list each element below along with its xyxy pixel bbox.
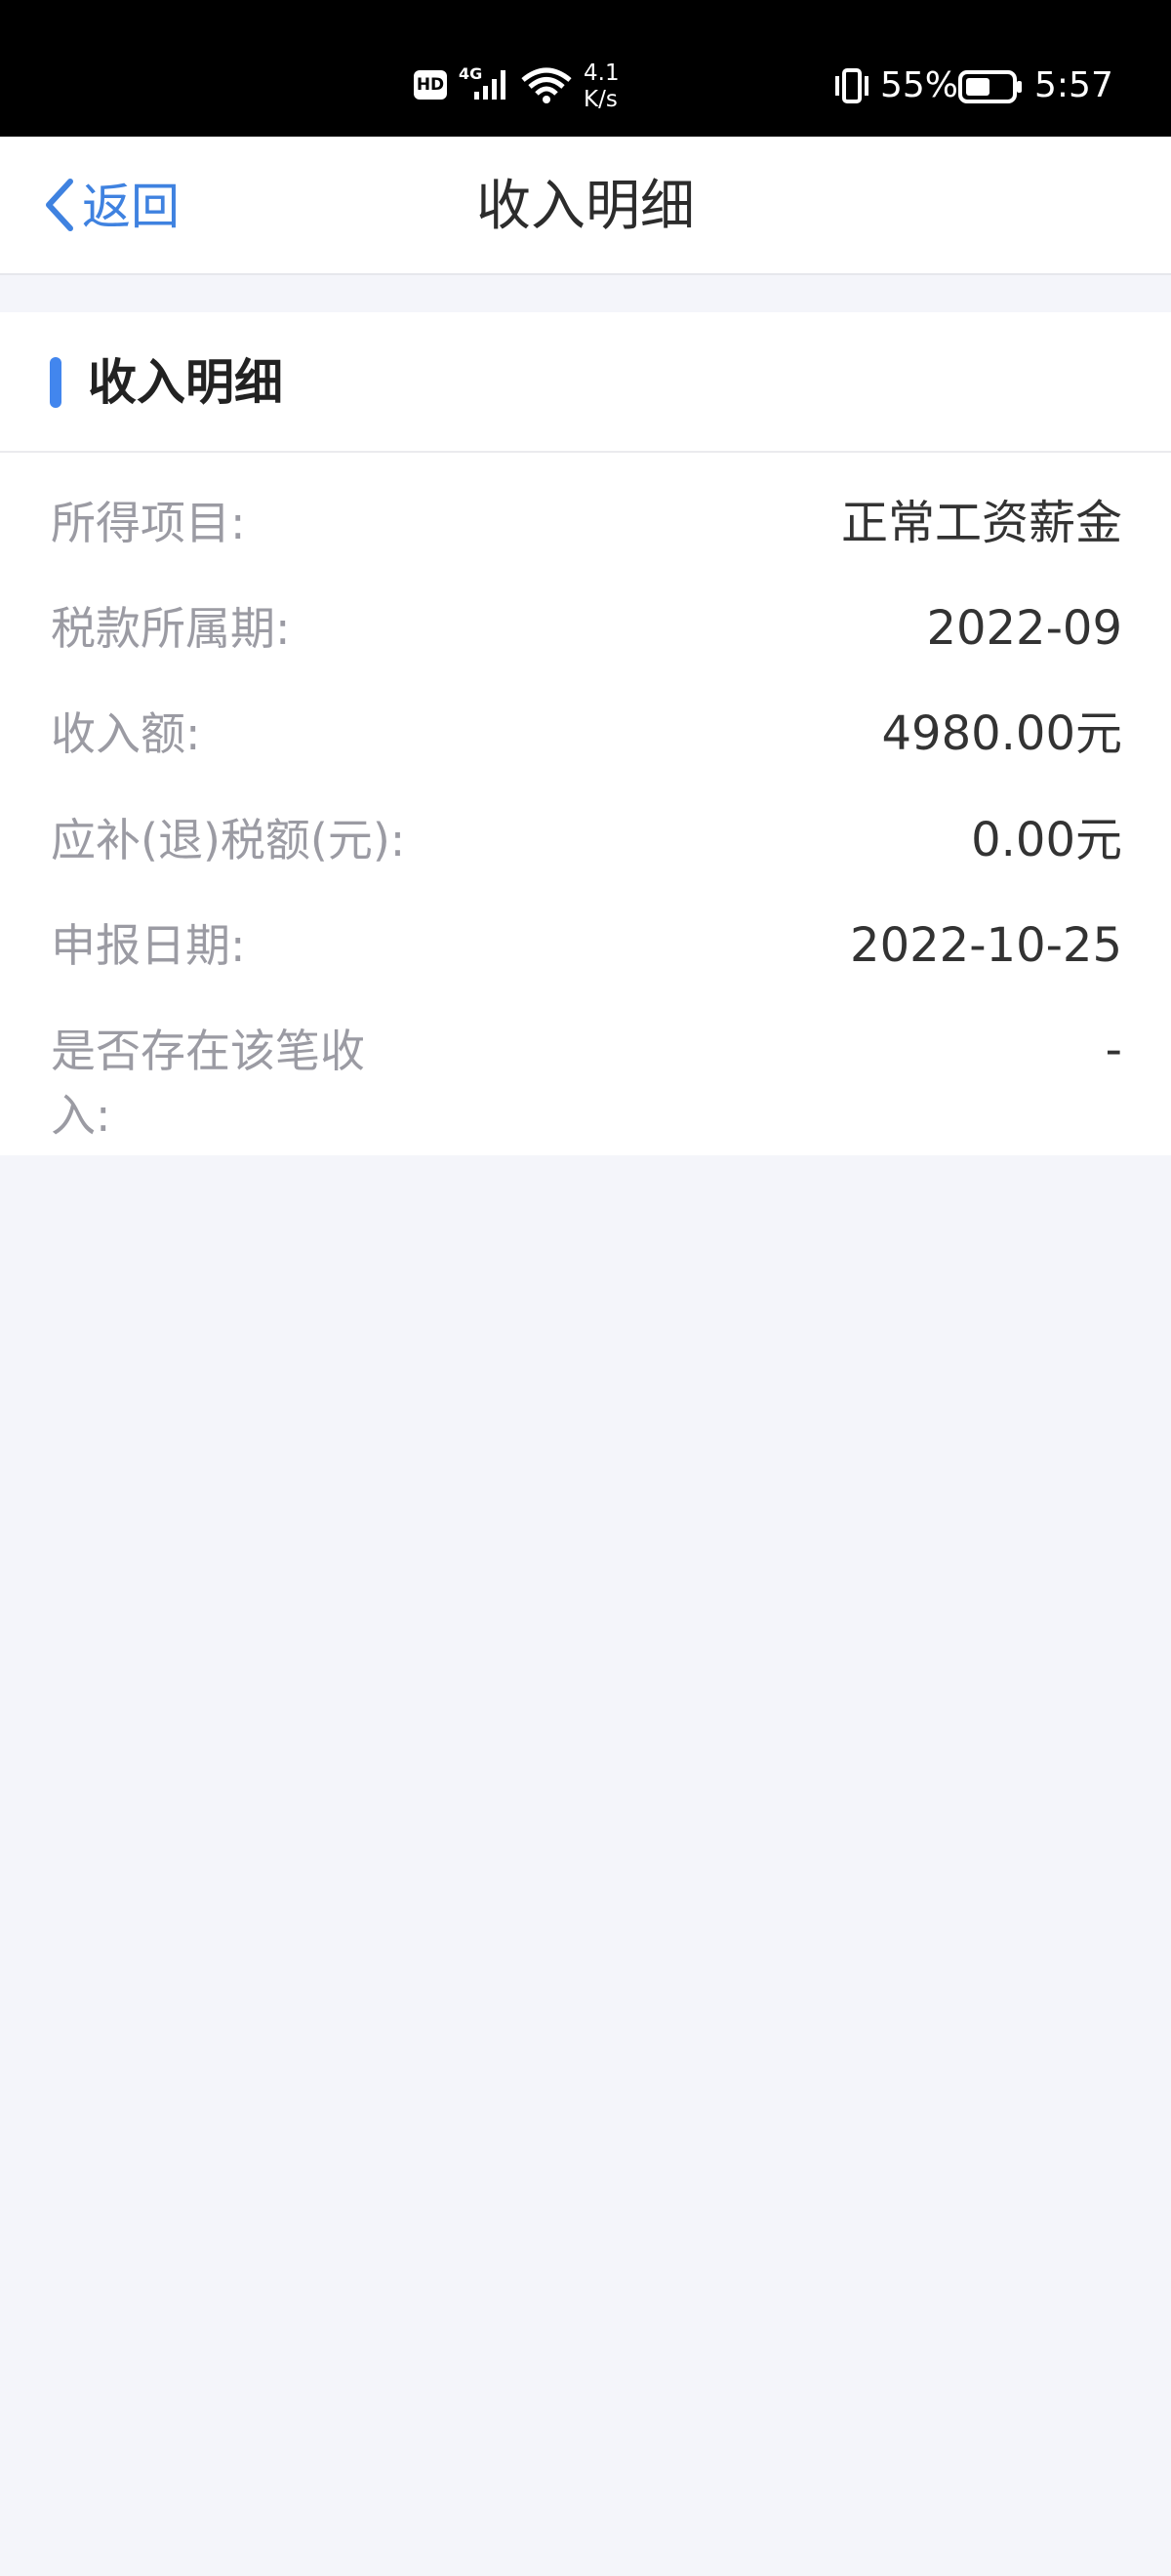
wifi-icon bbox=[519, 66, 574, 107]
detail-value: 4980.00元 bbox=[881, 706, 1123, 761]
detail-value: - bbox=[1105, 1023, 1122, 1077]
back-button[interactable]: 返回 bbox=[43, 170, 180, 244]
detail-label: 是否存在该笔收入: bbox=[51, 1025, 365, 1142]
speed-value: 4.1 bbox=[584, 60, 620, 86]
back-label: 返回 bbox=[82, 179, 180, 235]
speed-unit: K/s bbox=[584, 87, 618, 112]
nav-bar: 收入明细 返回 bbox=[0, 137, 1171, 275]
status-bar: HD 4G 4.1 K/s 55% 5:57 bbox=[0, 0, 1171, 137]
detail-value: 正常工资薪金 bbox=[840, 496, 1122, 550]
detail-value: 2022-09 bbox=[926, 601, 1122, 656]
detail-label: 应补(退)税额(元): bbox=[51, 814, 406, 866]
battery-percent: 55% bbox=[880, 65, 959, 105]
income-detail-section: 收入明细 所得项目: 正常工资薪金 税款所属期: 2022-09 收入额: 49… bbox=[0, 312, 1171, 1155]
battery-icon bbox=[958, 70, 1023, 107]
detail-value: 0.00元 bbox=[971, 813, 1122, 867]
hd-badge: HD bbox=[414, 70, 447, 100]
detail-label: 税款所属期: bbox=[51, 602, 291, 655]
section-header: 收入明细 bbox=[0, 312, 1171, 453]
section-accent-bar bbox=[50, 357, 61, 408]
vibrate-icon bbox=[831, 68, 872, 107]
section-title: 收入明细 bbox=[88, 354, 283, 411]
detail-label: 申报日期: bbox=[51, 919, 246, 972]
detail-label: 所得项目: bbox=[51, 497, 246, 549]
detail-value: 2022-10-25 bbox=[850, 918, 1122, 973]
signal-icon bbox=[472, 66, 511, 103]
chevron-left-icon bbox=[43, 178, 76, 236]
network-speed: 4.1 K/s bbox=[584, 60, 652, 113]
clock: 5:57 bbox=[1034, 65, 1113, 105]
detail-label: 收入额: bbox=[51, 707, 201, 760]
